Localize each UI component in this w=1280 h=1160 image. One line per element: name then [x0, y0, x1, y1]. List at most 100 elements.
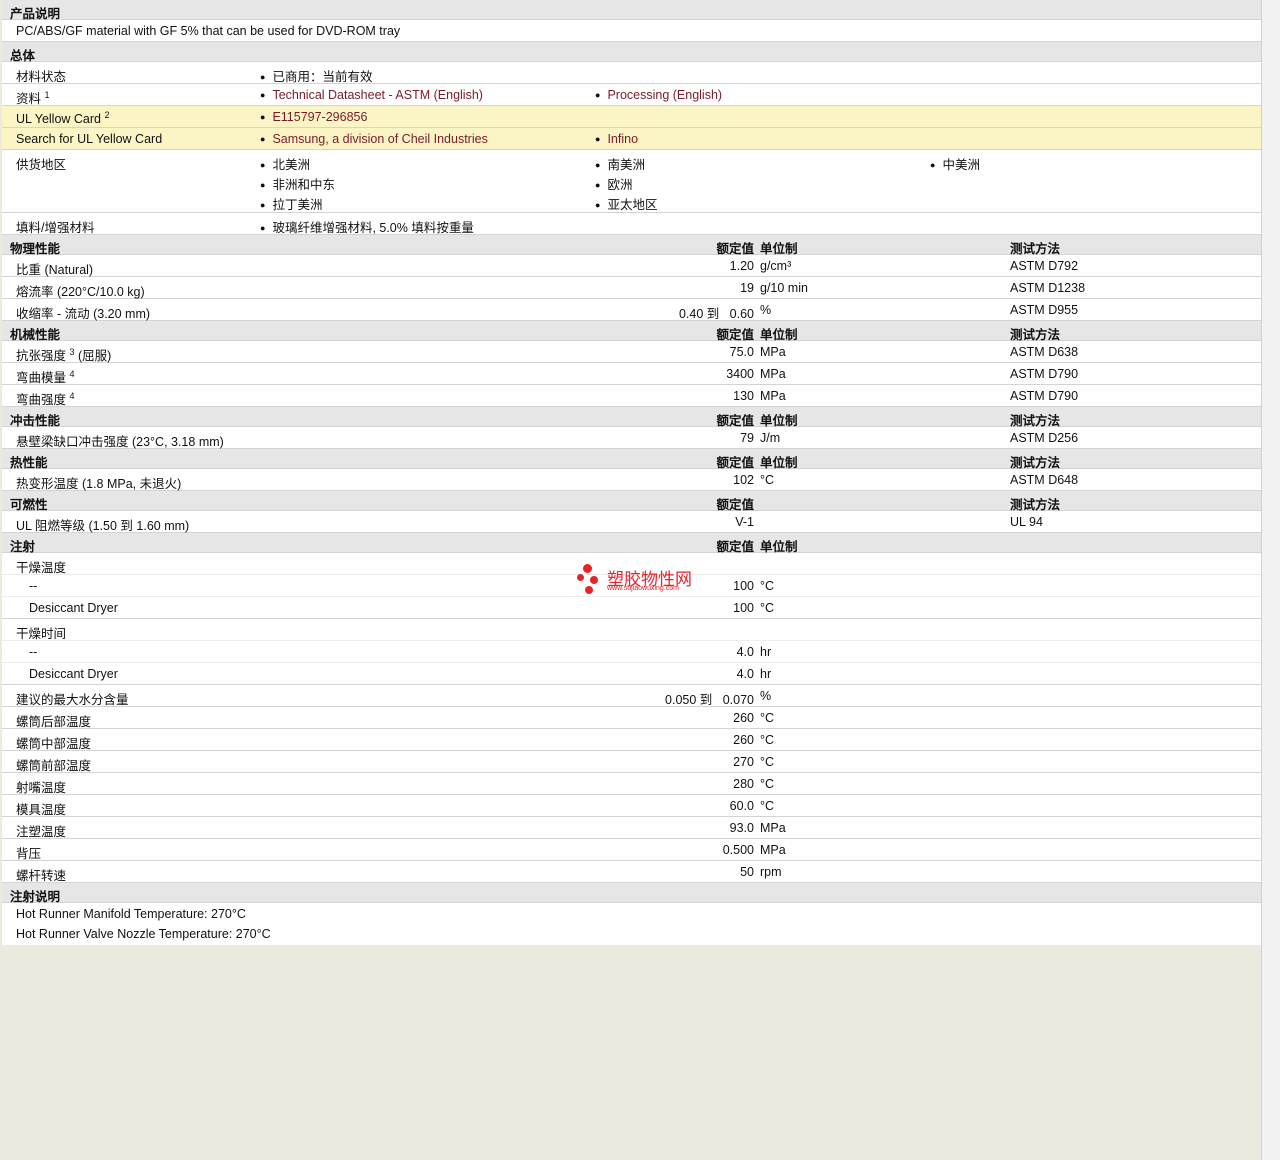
property-unit: °C	[760, 579, 775, 593]
technical-datasheet-link[interactable]: Technical Datasheet - ASTM (English)	[272, 88, 483, 102]
property-label: 弯曲模量 4	[16, 369, 75, 385]
property-row: 弯曲模量 4 3400 MPa ASTM D790	[2, 363, 1261, 385]
property-row: 背压 0.500 MPa	[2, 839, 1261, 861]
filler-value: 玻璃纤维增强材料, 5.0% 填料按重量	[260, 217, 473, 236]
property-label: --	[29, 645, 38, 659]
property-method: UL 94	[1010, 515, 1043, 529]
section-header-impact: 冲击性能 额定值 单位制 测试方法	[2, 407, 1261, 428]
property-value: 270	[733, 755, 754, 769]
property-unit: °C	[760, 799, 775, 813]
row-label: 材料状态	[16, 70, 67, 84]
property-value: V-1	[735, 515, 754, 529]
property-label: --	[29, 579, 38, 593]
property-value: 0.050 到 0.070	[665, 693, 754, 707]
property-label: 热变形温度 (1.8 MPa, 未退火)	[16, 477, 182, 491]
property-row: UL 阻燃等级 (1.50 到 1.60 mm) V-1 UL 94	[2, 511, 1261, 533]
property-method: ASTM D638	[1010, 345, 1079, 359]
watermark-logo: 塑胶物性网 www.sujiaowuxing.com	[577, 562, 717, 596]
property-row: 模具温度 60.0 °C	[2, 795, 1261, 817]
doc-link-item: Technical Datasheet - ASTM (English)	[260, 88, 483, 102]
property-unit: %	[760, 303, 772, 317]
watermark-dot	[577, 574, 584, 581]
region-item: 欧洲	[595, 174, 632, 193]
status-value: 已商用：当前有效	[260, 66, 372, 85]
section-header-injection: 注射 额定值 单位制	[2, 533, 1261, 554]
documents-row: 资料 1 Technical Datasheet - ASTM (English…	[2, 84, 1261, 106]
region-item: 拉丁美洲	[260, 194, 322, 213]
property-label: 射嘴温度	[16, 781, 67, 795]
property-row: 弯曲强度 4 130 MPa ASTM D790	[2, 385, 1261, 407]
property-row: 收缩率 - 流动 (3.20 mm) 0.40 到 0.60 % ASTM D9…	[2, 299, 1261, 321]
ul-link-item: E115797-296856	[260, 110, 367, 124]
property-unit: J/m	[760, 431, 781, 445]
property-row: 悬壁梁缺口冲击强度 (23°C, 3.18 mm) 79 J/m ASTM D2…	[2, 427, 1261, 449]
property-method: ASTM D1238	[1010, 281, 1086, 295]
property-label: 螺筒后部温度	[16, 715, 92, 729]
property-value: 260	[733, 711, 754, 725]
property-row: 抗张强度 3 (屈服) 75.0 MPa ASTM D638	[2, 341, 1261, 363]
property-value: 102	[733, 473, 754, 487]
property-label: 螺筒前部温度	[16, 759, 92, 773]
property-method: ASTM D790	[1010, 367, 1079, 381]
supply-regions-row: 供货地区 北美洲 南美洲 中美洲 非洲和中东 欧洲 拉丁美洲 亚太地区	[2, 150, 1261, 213]
watermark-dot	[590, 576, 598, 584]
property-unit: MPa	[760, 821, 786, 835]
group-row-drying-time: 干燥时间	[2, 619, 1261, 641]
property-label: 收缩率 - 流动 (3.20 mm)	[16, 307, 151, 321]
region-item: 非洲和中东	[260, 174, 335, 193]
property-value: 260	[733, 733, 754, 747]
datasheet: 产品说明 PC/ABS/GF material with GF 5% that …	[2, 0, 1261, 945]
property-method: ASTM D790	[1010, 389, 1079, 403]
section-header-thermal: 热性能 额定值 单位制 测试方法	[2, 449, 1261, 470]
samsung-search-link[interactable]: Samsung, a division of Cheil Industries	[272, 132, 487, 146]
material-status-row: 材料状态 已商用：当前有效	[2, 62, 1261, 84]
watermark-dot	[583, 564, 592, 573]
note-text: Hot Runner Manifold Temperature: 270°C	[16, 907, 246, 921]
row-label: Search for UL Yellow Card	[16, 132, 163, 146]
property-method: ASTM D792	[1010, 259, 1079, 273]
property-method: ASTM D955	[1010, 303, 1079, 317]
property-value: 0.40 到 0.60	[678, 307, 754, 321]
description-text: PC/ABS/GF material with GF 5% that can b…	[16, 24, 401, 38]
description-row: PC/ABS/GF material with GF 5% that can b…	[2, 20, 1261, 42]
property-label: Desiccant Dryer	[29, 667, 118, 681]
property-row: 建议的最大水分含量 0.050 到 0.070 %	[2, 685, 1261, 707]
property-unit: g/cm³	[760, 259, 792, 273]
property-unit: rpm	[760, 865, 782, 879]
section-header-physical: 物理性能 额定值 单位制 测试方法	[2, 235, 1261, 256]
region-item: 中美洲	[930, 154, 980, 173]
property-row: -- 4.0 hr	[2, 641, 1261, 663]
infino-search-link[interactable]: Infino	[607, 132, 638, 146]
property-label: 悬壁梁缺口冲击强度 (23°C, 3.18 mm)	[16, 435, 224, 449]
property-value: 280	[733, 777, 754, 791]
property-value: 100	[733, 579, 754, 593]
property-value: 4.0	[736, 667, 754, 681]
ul-yellow-card-row: UL Yellow Card 2 E115797-296856	[2, 106, 1261, 128]
property-unit: °C	[760, 473, 775, 487]
property-row: 螺杆转速 50 rpm	[2, 861, 1261, 883]
property-label: 熔流率 (220°C/10.0 kg)	[16, 285, 145, 299]
row-label: UL Yellow Card 2	[16, 110, 110, 126]
row-label: 资料 1	[16, 90, 50, 106]
property-label: 螺杆转速	[16, 869, 67, 883]
row-label: 填料/增强材料	[16, 221, 95, 235]
section-header-description: 产品说明	[2, 0, 1261, 21]
property-unit: %	[760, 689, 772, 703]
region-item: 北美洲	[260, 154, 310, 173]
property-label: UL 阻燃等级 (1.50 到 1.60 mm)	[16, 519, 190, 533]
group-label: 干燥时间	[16, 627, 67, 641]
property-row: 螺筒中部温度 260 °C	[2, 729, 1261, 751]
property-unit: MPa	[760, 367, 786, 381]
property-unit: °C	[760, 755, 775, 769]
section-header-flammability: 可燃性 额定值 测试方法	[2, 491, 1261, 512]
section-header-general: 总体	[2, 42, 1261, 63]
property-value: 4.0	[736, 645, 754, 659]
property-row: 熔流率 (220°C/10.0 kg) 19 g/10 min ASTM D12…	[2, 277, 1261, 299]
row-label: 供货地区	[16, 158, 67, 172]
property-label: 抗张强度 3 (屈服)	[16, 347, 112, 363]
ul-card-link[interactable]: E115797-296856	[272, 110, 367, 124]
processing-link[interactable]: Processing (English)	[607, 88, 722, 102]
note-line: Hot Runner Manifold Temperature: 270°C	[2, 903, 1261, 923]
property-unit: MPa	[760, 843, 786, 857]
property-label: 比重 (Natural)	[16, 263, 94, 277]
